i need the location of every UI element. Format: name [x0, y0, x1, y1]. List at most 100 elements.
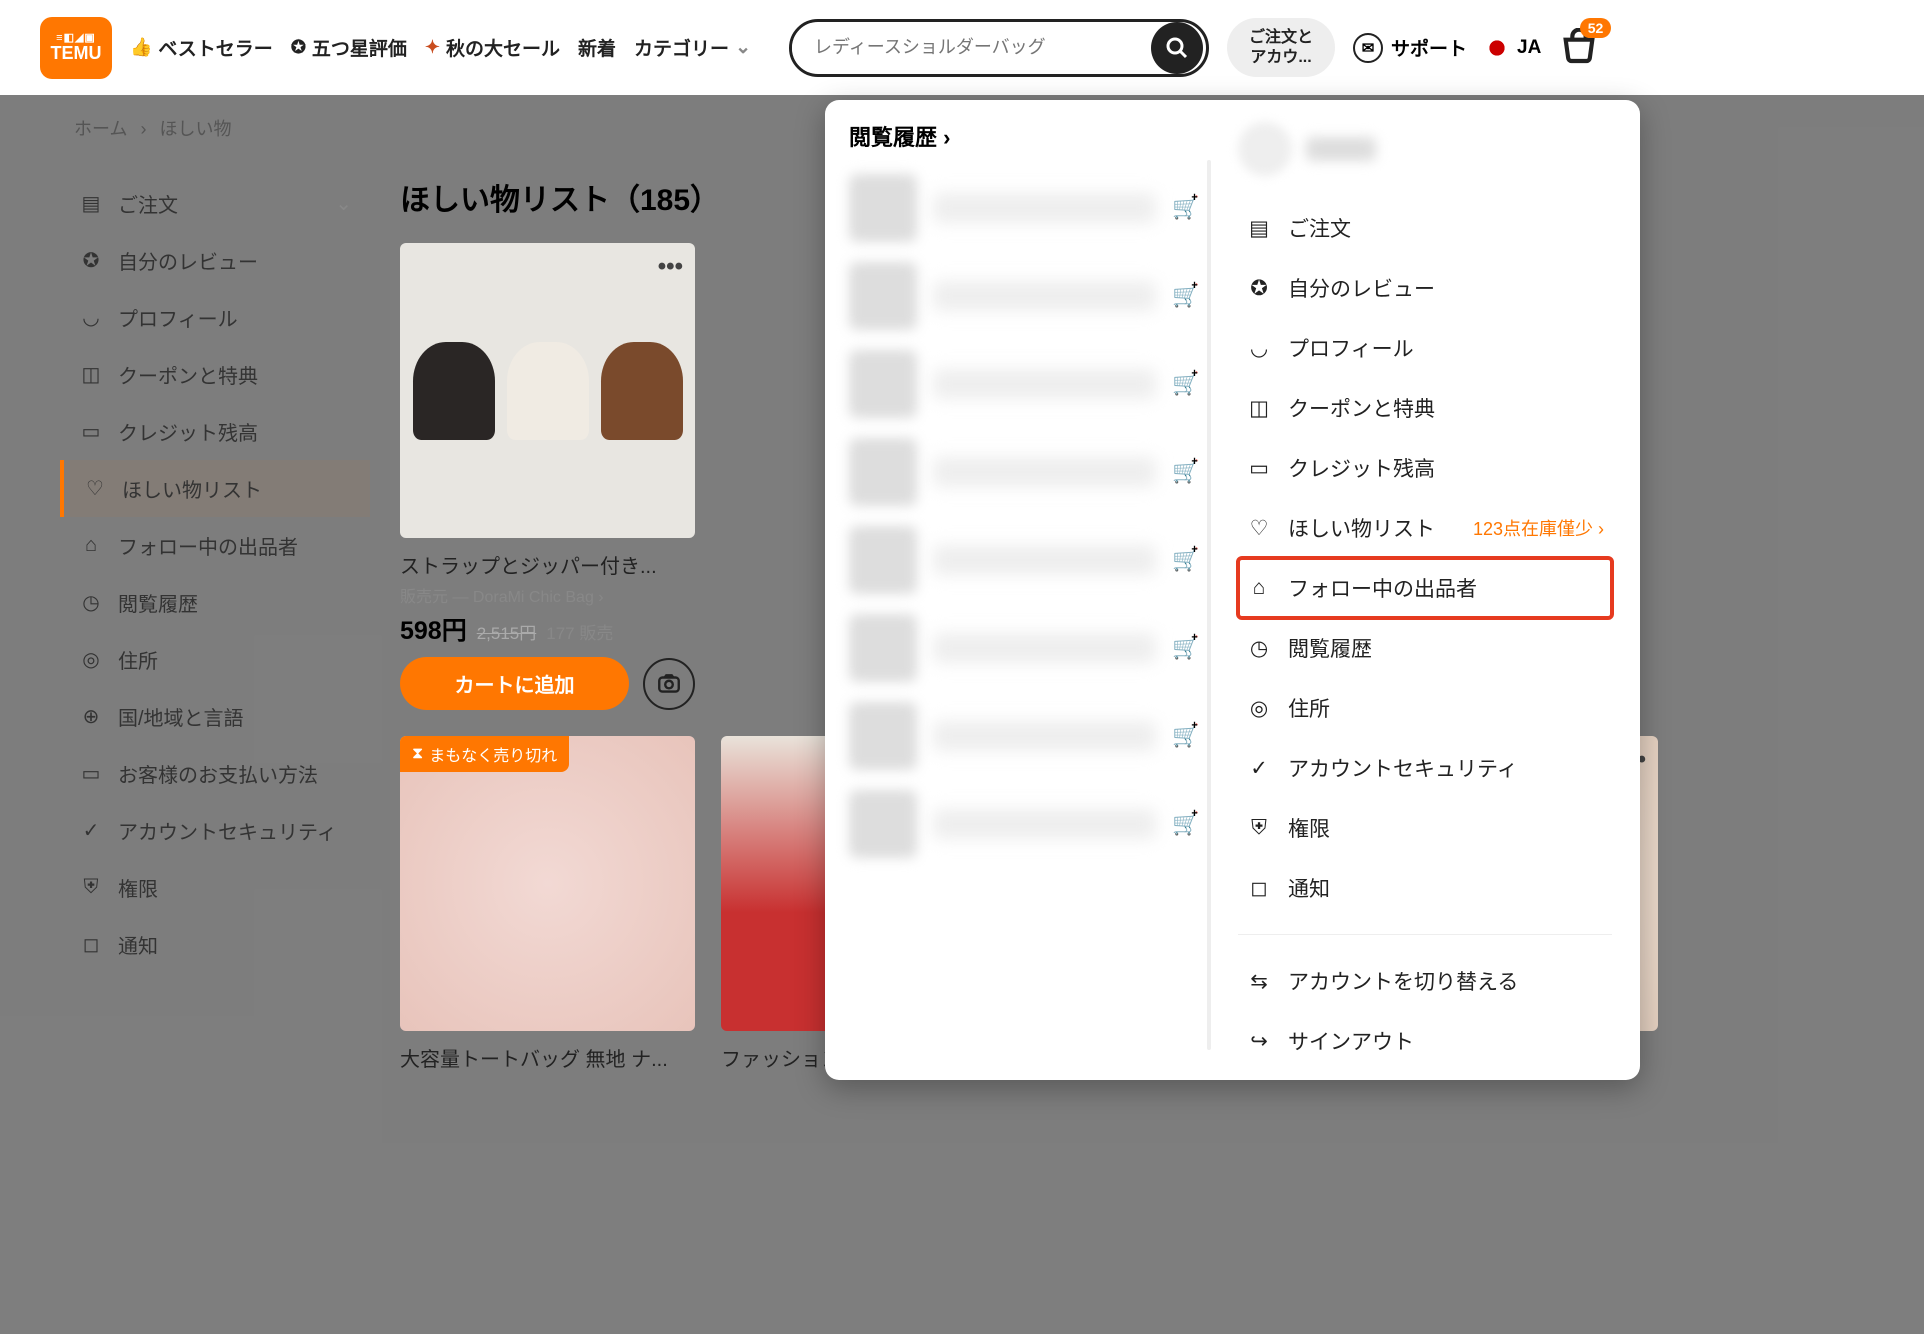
search-button[interactable]: [1151, 22, 1203, 74]
flag-icon: [1485, 36, 1509, 60]
history-thumb: [849, 790, 917, 858]
logo[interactable]: ≡◧◢▣TEMU: [40, 17, 112, 79]
nav-bestseller[interactable]: 👍ベストセラー: [130, 34, 273, 61]
chevron-down-icon: ⌄: [735, 36, 751, 59]
sidebar-item-label: 通知: [118, 930, 158, 959]
breadcrumb-home[interactable]: ホーム: [74, 119, 127, 139]
history-item[interactable]: 🛒: [849, 428, 1198, 516]
sidebar-item-label: クレジット残高: [118, 417, 258, 446]
history-text: [933, 193, 1156, 223]
add-to-cart-icon[interactable]: 🛒: [1172, 811, 1198, 837]
nav-five-star[interactable]: ✪五つ星評価: [291, 34, 407, 61]
add-to-cart-icon[interactable]: 🛒: [1172, 459, 1198, 485]
menu-item-review[interactable]: ✪自分のレビュー: [1238, 258, 1612, 318]
sidebar-item-clock[interactable]: ◷閲覧履歴: [60, 574, 370, 631]
history-item[interactable]: 🛒: [849, 780, 1198, 868]
image-search-button[interactable]: [643, 658, 695, 710]
nav-category[interactable]: カテゴリー⌄: [634, 34, 751, 61]
history-text: [933, 545, 1156, 575]
add-to-cart-icon[interactable]: 🛒: [1172, 723, 1198, 749]
sign-out[interactable]: ↪サインアウト: [1238, 1011, 1612, 1071]
history-text: [933, 633, 1156, 663]
add-to-cart-button[interactable]: カートに追加: [400, 657, 629, 710]
username: [1306, 137, 1376, 161]
lens-icon: [656, 671, 682, 697]
sidebar-item-order[interactable]: ▤ご注文: [60, 175, 370, 232]
globe-icon: ⊕: [78, 704, 104, 729]
menu-item-credit[interactable]: ▭クレジット残高: [1238, 438, 1612, 498]
search-box: [789, 19, 1209, 77]
product-sold: 177 販売: [546, 619, 613, 644]
sidebar-item-profile[interactable]: ◡プロフィール: [60, 289, 370, 346]
switch-account[interactable]: ⇆アカウントを切り替える: [1238, 951, 1612, 1011]
history-thumb: [849, 350, 917, 418]
review-icon: ✪: [1246, 276, 1272, 301]
sidebar-item-label: お客様のお支払い方法: [118, 759, 318, 788]
nav-fall-sale[interactable]: ✦秋の大セール: [425, 34, 560, 61]
menu-item-pin[interactable]: ◎住所: [1238, 678, 1612, 738]
sidebar: ▤ご注文✪自分のレビュー◡プロフィール◫クーポンと特典 ▭ クレジット残高 ♡ほしい物…: [60, 115, 370, 1072]
history-item[interactable]: 🛒: [849, 604, 1198, 692]
history-item[interactable]: 🛒: [849, 164, 1198, 252]
product-seller[interactable]: 販売元 — DoraMi Chic Bag ›: [400, 583, 695, 607]
support-link[interactable]: ✉サポート: [1353, 33, 1467, 63]
bell-icon: ◻: [78, 932, 104, 957]
sidebar-item-perm[interactable]: ⛨権限: [60, 859, 370, 916]
menu-item-heart[interactable]: ♡ほしい物リスト123点在庫僅少 ›: [1238, 498, 1612, 558]
account-menu-trigger[interactable]: ご注文とアカウ...: [1227, 18, 1335, 76]
search-input[interactable]: [792, 23, 1151, 72]
add-to-cart-icon[interactable]: 🛒: [1172, 547, 1198, 573]
sidebar-item-label: 閲覧履歴: [118, 588, 198, 617]
user-row[interactable]: [1238, 122, 1612, 176]
sidebar-item-label: フォロー中の出品者: [118, 531, 298, 560]
menu-item-label: クーポンと特典: [1288, 393, 1435, 423]
sidebar-item-shop[interactable]: ⌂フォロー中の出品者: [60, 517, 370, 574]
signout-icon: ↪: [1246, 1029, 1272, 1054]
menu-item-shield[interactable]: ✓アカウントセキュリティ: [1238, 738, 1612, 798]
history-item[interactable]: 🛒: [849, 252, 1198, 340]
avatar: [1238, 122, 1292, 176]
sidebar-item-card[interactable]: ▭お客様のお支払い方法: [60, 745, 370, 802]
menu-item-perm[interactable]: ⛨権限: [1238, 798, 1612, 858]
sidebar-item-label: 自分のレビュー: [118, 246, 258, 275]
menu-item-clock[interactable]: ◷閲覧履歴: [1238, 618, 1612, 678]
menu-item-coupon[interactable]: ◫クーポンと特典: [1238, 378, 1612, 438]
product-card[interactable]: ••• ストラップとジッパー付き... 販売元 — DoraMi Chic Ba…: [400, 243, 695, 710]
credit-icon: ▭: [78, 419, 104, 444]
breadcrumb-current: ほしい物: [160, 119, 232, 139]
product-image[interactable]: ⧗ まもなく売り切れ: [400, 736, 695, 1031]
product-card[interactable]: ⧗ まもなく売り切れ 大容量トートバッグ 無地 ナ...: [400, 736, 695, 1072]
sidebar-item-heart[interactable]: ♡ほしい物リスト: [60, 460, 370, 517]
history-item[interactable]: 🛒: [849, 692, 1198, 780]
sidebar-item-pin[interactable]: ◎住所: [60, 631, 370, 688]
perm-icon: ⛨: [78, 876, 104, 899]
add-to-cart-icon[interactable]: 🛒: [1172, 283, 1198, 309]
nav-new[interactable]: 新着: [578, 34, 616, 61]
more-icon[interactable]: •••: [658, 253, 683, 281]
sidebar-item-coupon[interactable]: ◫クーポンと特典: [60, 346, 370, 403]
product-price: 598円: [400, 611, 467, 647]
menu-item-label: 通知: [1288, 873, 1330, 903]
history-item[interactable]: 🛒: [849, 516, 1198, 604]
add-to-cart-icon[interactable]: 🛒: [1172, 635, 1198, 661]
menu-item-bell[interactable]: ◻通知: [1238, 858, 1612, 918]
sidebar-item-label: アカウントセキュリティ: [118, 816, 337, 845]
menu-item-order[interactable]: ▤ご注文: [1238, 198, 1612, 258]
sidebar-item-bell[interactable]: ◻ 通知: [60, 916, 370, 973]
sidebar-item-credit[interactable]: ▭ クレジット残高: [60, 403, 370, 460]
menu-item-shop[interactable]: ⌂フォロー中の出品者: [1238, 558, 1612, 618]
sidebar-item-globe[interactable]: ⊕国/地域と言語: [60, 688, 370, 745]
sidebar-item-review[interactable]: ✪自分のレビュー: [60, 232, 370, 289]
sidebar-item-shield[interactable]: ✓ アカウントセキュリティ: [60, 802, 370, 859]
history-item[interactable]: 🛒: [849, 340, 1198, 428]
menu-item-label: ご注文: [1288, 213, 1351, 243]
add-to-cart-icon[interactable]: 🛒: [1172, 371, 1198, 397]
history-panel: 閲覧履歴 › 🛒 🛒 🛒 🛒 🛒 🛒 🛒 🛒: [825, 100, 1210, 1080]
add-to-cart-icon[interactable]: 🛒: [1172, 195, 1198, 221]
history-title[interactable]: 閲覧履歴 ›: [849, 120, 1198, 152]
cart-button[interactable]: 52: [1559, 28, 1599, 68]
shield-icon: ✓: [78, 818, 104, 843]
menu-item-profile[interactable]: ◡プロフィール: [1238, 318, 1612, 378]
language-switch[interactable]: JA: [1485, 36, 1541, 60]
product-image[interactable]: •••: [400, 243, 695, 538]
